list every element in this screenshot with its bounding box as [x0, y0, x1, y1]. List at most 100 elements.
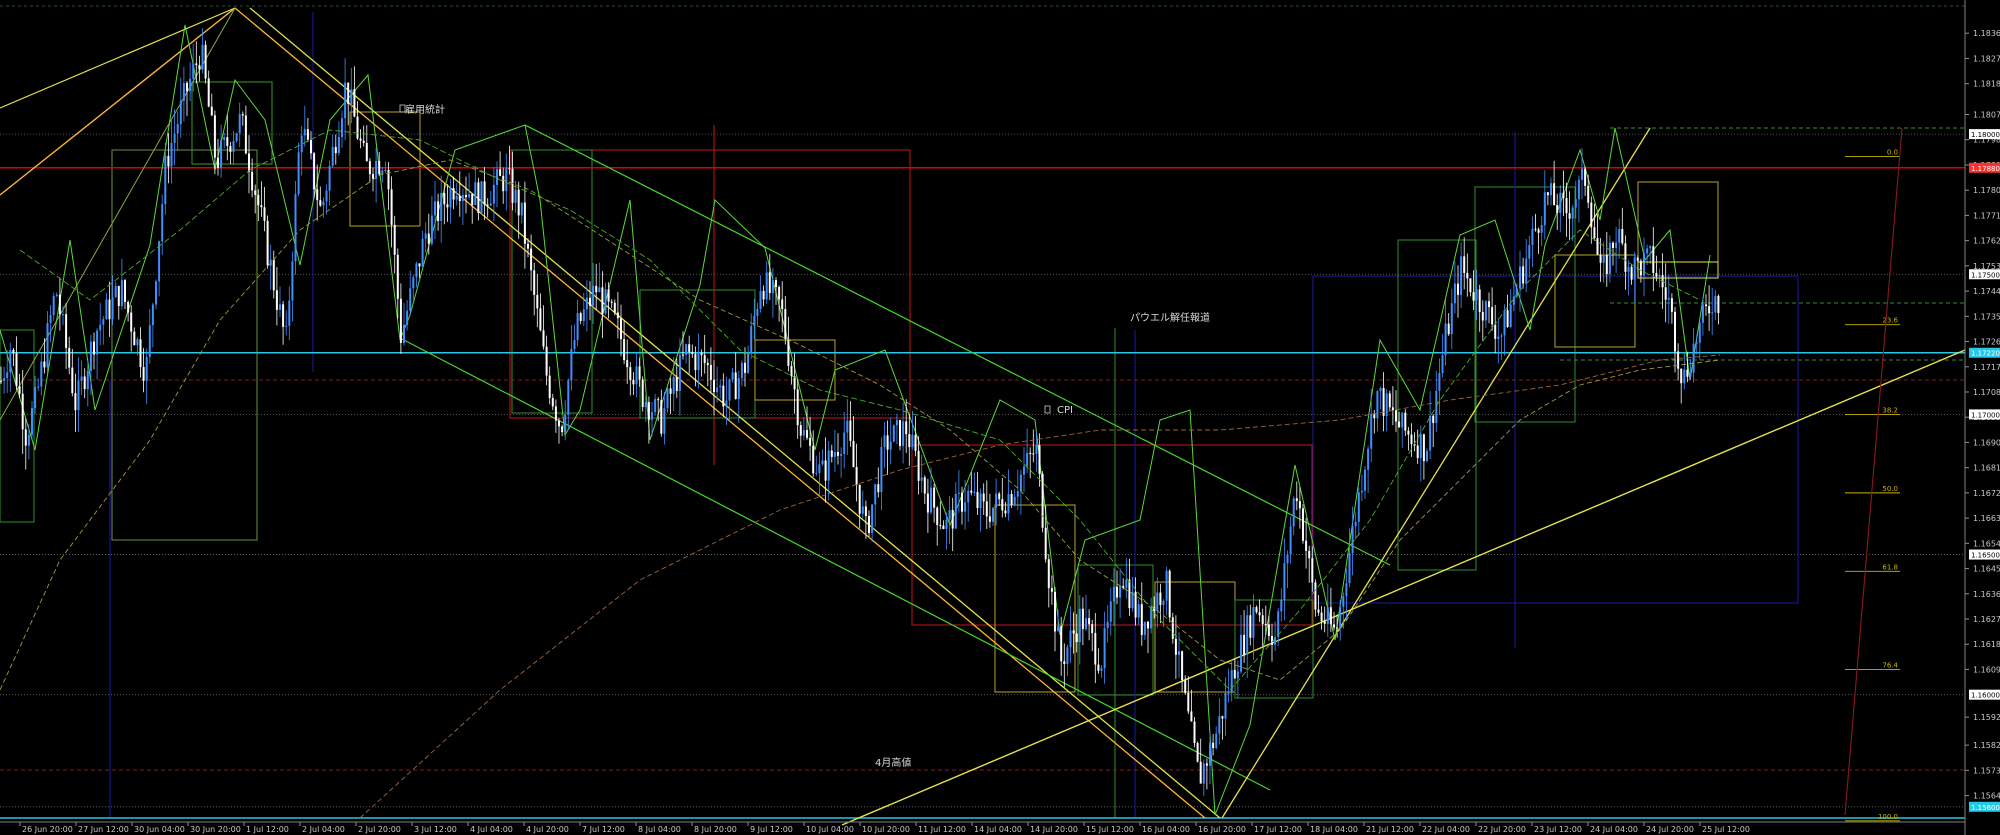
candle-body: [1326, 607, 1329, 624]
candle-body: [368, 161, 371, 175]
candle-body: [998, 493, 1001, 500]
candle-body: [527, 243, 529, 249]
candle-body: [675, 376, 678, 392]
candle-body: [1590, 202, 1593, 228]
candle-body: [517, 189, 520, 216]
price-tag-label: 1.16000: [1971, 692, 2000, 700]
candle-body: [344, 82, 347, 119]
candle-body: [1497, 336, 1500, 339]
event-annotation: 4月高値: [875, 756, 911, 769]
candle-body: [328, 165, 331, 191]
candle-body: [654, 399, 657, 413]
candle-body: [34, 387, 37, 409]
candle-body: [167, 155, 170, 167]
candle-body: [514, 189, 517, 203]
candle-body: [189, 78, 192, 92]
candle-body: [1478, 289, 1481, 312]
candle-body: [744, 362, 746, 373]
candle-body: [883, 435, 886, 447]
candle-body: [378, 161, 381, 175]
candle-body: [1227, 692, 1230, 694]
candle-body: [1091, 624, 1094, 634]
candle-body: [9, 349, 12, 373]
time-tick-label: 2 Jul 20:00: [358, 825, 401, 834]
candle-body: [241, 114, 244, 116]
candle-body: [666, 388, 669, 409]
candle-body: [117, 286, 120, 307]
time-tick-label: 21 Jul 12:00: [1366, 825, 1414, 834]
fib-level-label: 23.6: [1882, 317, 1898, 325]
price-tag-label: 1.17880: [1971, 165, 2000, 173]
candle-body: [1103, 628, 1106, 669]
candle-body: [1016, 491, 1019, 497]
candle-body: [350, 89, 353, 105]
candle-body: [1481, 311, 1484, 321]
candle-body: [976, 491, 979, 509]
candle-body: [508, 168, 511, 170]
candle-body: [337, 136, 340, 154]
candle-body: [1190, 711, 1193, 722]
candle-body: [1472, 292, 1475, 301]
time-axis: 26 Jun 20:00 27 Jun 12:00 30 Jun 04:00 30 J…: [0, 821, 1965, 834]
candle-body: [1556, 205, 1559, 213]
candle-body: [170, 142, 173, 167]
candle-body: [1199, 761, 1202, 784]
candle-body: [1032, 453, 1035, 455]
candle-body: [46, 323, 49, 368]
price-tick-label: 1.16360: [1973, 590, 2000, 599]
candle-body: [1292, 498, 1295, 527]
candle-body: [694, 353, 697, 371]
candle-body: [80, 376, 83, 381]
candle-body: [709, 364, 712, 380]
candle-body: [1469, 278, 1472, 293]
price-tick-label: 1.16900: [1973, 438, 2000, 447]
candle-body: [719, 385, 722, 388]
candle-body: [576, 313, 579, 341]
chart-canvas[interactable]: 0.0 23.6 38.2 50.0 61.8 76.4 100.0 雇用統計 CPI パウエル…: [0, 0, 2000, 835]
candle-body: [226, 137, 229, 146]
candle-body: [1484, 301, 1487, 321]
candle-body: [1171, 617, 1174, 639]
candle-body: [1488, 301, 1490, 308]
candle-body: [111, 297, 114, 320]
candle-body: [902, 421, 905, 446]
candle-body: [812, 445, 815, 474]
time-tick-label: 3 Jul 12:00: [414, 825, 457, 834]
candle-body: [223, 137, 226, 140]
candle-body: [1184, 680, 1187, 693]
candle-body: [1683, 369, 1686, 384]
candle-body: [973, 491, 976, 493]
candle-body: [1602, 254, 1605, 263]
candle-body: [858, 484, 861, 514]
candle-body: [1159, 592, 1162, 606]
candle-body: [43, 361, 46, 368]
candle-body: [1088, 618, 1091, 625]
candle-body: [83, 376, 86, 390]
candle-body: [93, 341, 95, 355]
time-tick-label: 15 Jul 12:00: [1086, 825, 1134, 834]
candle-body: [458, 196, 461, 202]
price-axis: 1.183601.182701.181801.180701.179801.178…: [1964, 0, 2000, 835]
candle-body: [982, 493, 985, 502]
candle-body: [334, 146, 337, 154]
candle-body: [347, 82, 350, 105]
candle-body: [1221, 716, 1224, 719]
candle-body: [1215, 733, 1218, 749]
candle-body: [1599, 254, 1602, 263]
candle-body: [455, 196, 458, 200]
candle-body: [244, 115, 247, 154]
candle-body: [1422, 434, 1425, 462]
candle-body: [1137, 604, 1140, 618]
time-tick-label: 7 Jul 12:00: [582, 825, 625, 834]
candle-body: [238, 114, 241, 134]
candle-body: [99, 324, 102, 331]
candle-body: [148, 325, 151, 357]
candle-body: [279, 304, 281, 310]
candle-body: [1519, 266, 1521, 289]
candle-body: [700, 352, 703, 356]
candle-body: [530, 248, 533, 271]
candle-body: [195, 63, 198, 66]
trendline: [524, 124, 1391, 566]
trendline: [249, 7, 1221, 819]
trading-chart[interactable]: 0.0 23.6 38.2 50.0 61.8 76.4 100.0 雇用統計 CPI パウエル…: [0, 0, 2000, 835]
